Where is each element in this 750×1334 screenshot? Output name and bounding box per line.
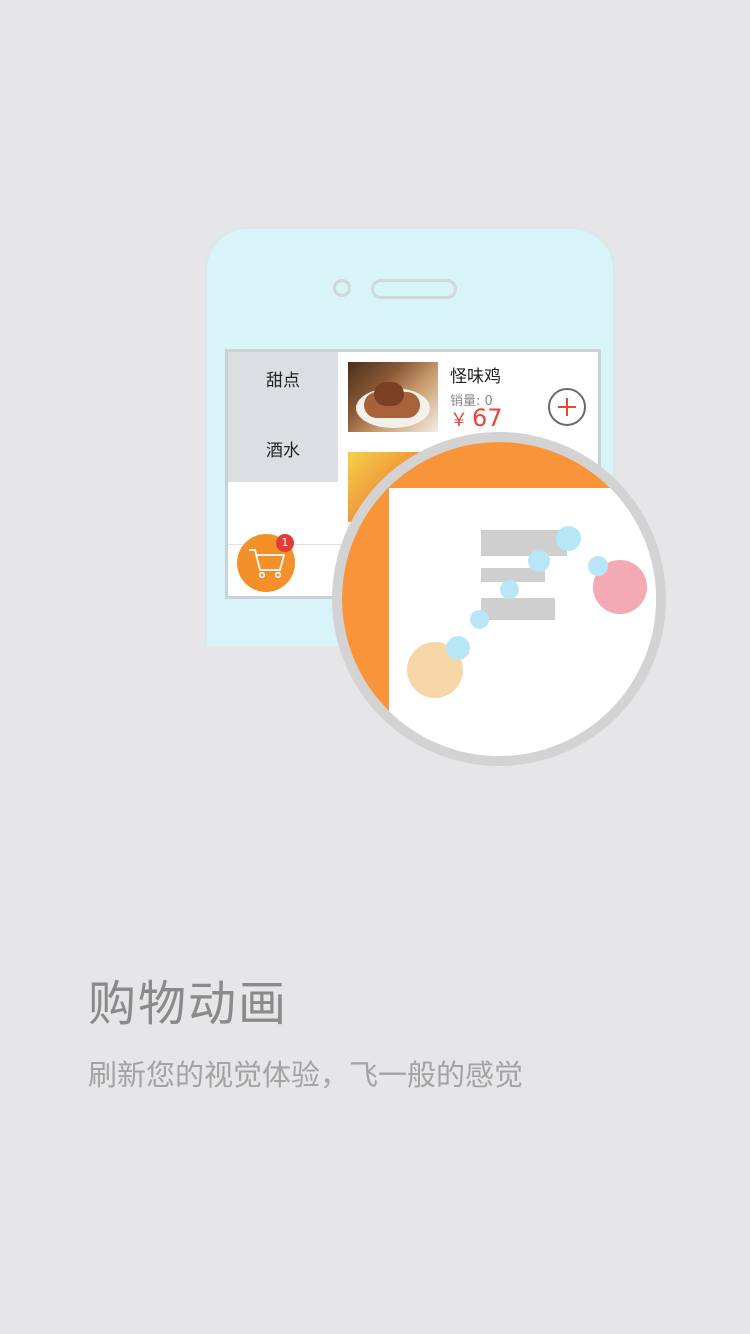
trail-dot [588,556,608,576]
food-image [348,362,438,432]
placeholder-bar [481,530,567,556]
magnifier-view [342,442,656,756]
price-value: 67 [472,404,503,432]
food-price: ￥ 67 [450,404,503,432]
trail-dot [528,550,550,572]
currency-symbol: ￥ [450,410,468,431]
category-sidebar: 甜点 酒水 [228,352,338,482]
trail-dot [500,580,519,599]
trail-dot [556,526,581,551]
category-item-dessert: 甜点 [266,371,300,391]
page-title: 购物动画 [88,976,289,1032]
food-name: 怪味鸡 [450,367,501,387]
magnified-content [389,488,656,756]
add-to-cart-button [548,388,586,426]
phone-camera [333,279,351,297]
category-item-drinks: 酒水 [266,441,300,461]
trail-dot [446,636,470,660]
magnified-header [342,442,656,488]
magnified-sidebar [342,442,389,756]
phone-speaker [371,279,457,299]
cart-count-badge: 1 [276,534,294,552]
trail-dot [470,610,489,629]
page-subtitle: 刷新您的视觉体验，飞一般的感觉 [88,1058,524,1092]
placeholder-bar [481,598,555,620]
magnifier-lens [332,432,666,766]
